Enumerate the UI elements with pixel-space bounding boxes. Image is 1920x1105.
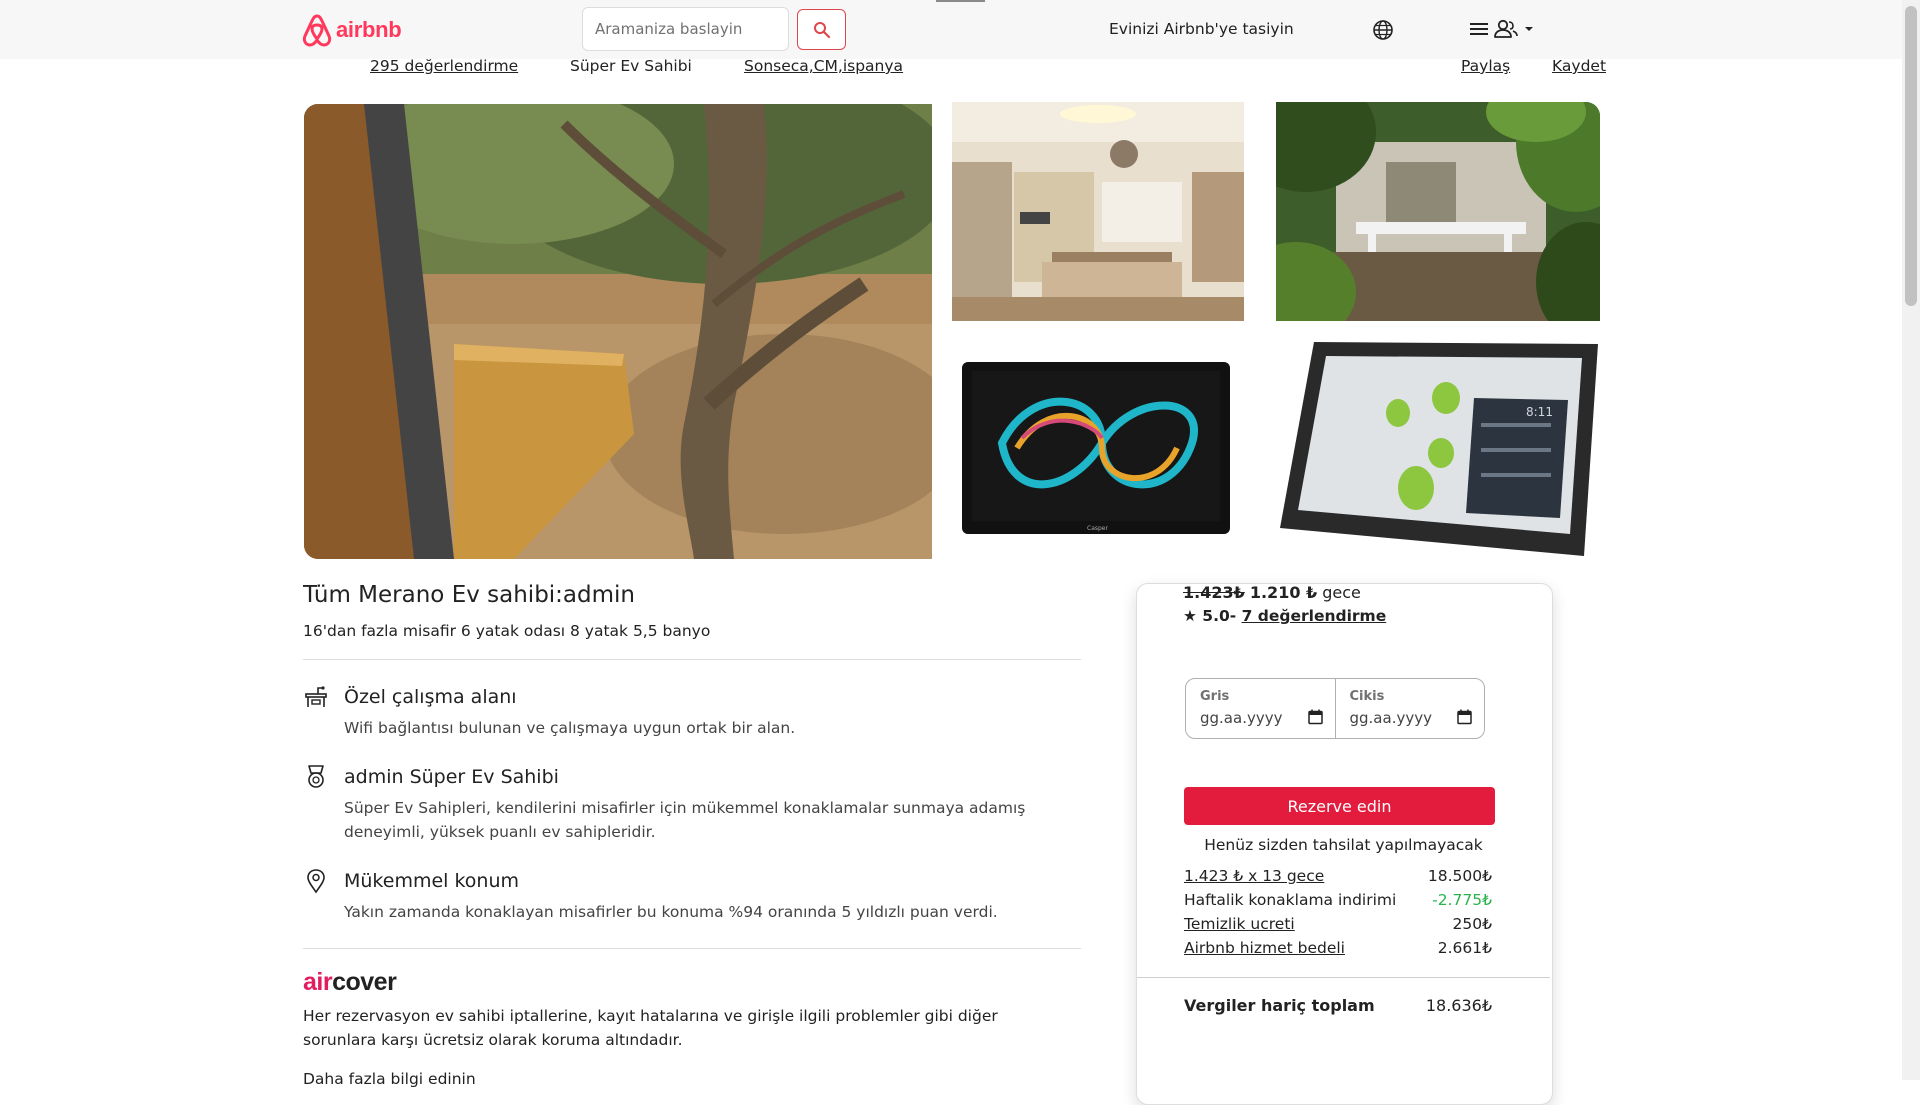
total-value: 18.636₺ — [1425, 996, 1492, 1015]
checkout-value: gg.aa.yyyy — [1349, 709, 1432, 727]
feature-title-workspace: Özel çalışma alanı — [344, 686, 517, 708]
service-fee-value: 2.661₺ — [1437, 939, 1492, 957]
user-icon — [1494, 19, 1518, 38]
feature-desc-location: Yakın zamanda konaklayan misafirler bu k… — [344, 903, 998, 921]
listing-photo-garden[interactable] — [1276, 102, 1600, 321]
checkout-field[interactable]: Cikis gg.aa.yyyy — [1334, 679, 1485, 738]
no-charge-notice: Henüz sizden tahsilat yapılmayacak — [1204, 836, 1483, 854]
service-fee-link[interactable]: Airbnb hizmet bedeli — [1184, 939, 1345, 957]
section-divider — [303, 948, 1081, 949]
cleaning-fee-link[interactable]: Temizlik ucreti — [1184, 915, 1295, 933]
garden-image — [1276, 102, 1600, 321]
top-navbar: airbnb Evinizi Airbnb'ye tasiyin — [0, 0, 1902, 59]
tablet-android-image: 8:11 — [1276, 338, 1600, 563]
listing-title: Tüm Merano Ev sahibi:admin — [303, 582, 635, 608]
search-icon — [813, 21, 830, 38]
listing-summary: 16'dan fazla misafir 6 yatak odası 8 yat… — [303, 622, 711, 640]
checkin-field[interactable]: Gris gg.aa.yyyy — [1186, 679, 1335, 738]
share-link[interactable]: Paylaş — [1461, 57, 1510, 75]
tablet-dark-image: Casper — [952, 353, 1244, 563]
location-link[interactable]: Sonseca,CM,ispanya — [744, 57, 903, 75]
nightly-total-link[interactable]: 1.423 ₺ x 13 gece — [1184, 867, 1324, 885]
language-button[interactable] — [1370, 17, 1396, 43]
aircover-logo: aircover — [303, 968, 397, 997]
price-unit: gece — [1322, 583, 1361, 602]
kitchen-image — [952, 102, 1244, 321]
location-pin-icon — [307, 869, 325, 894]
main-listing-photo[interactable] — [304, 104, 932, 559]
weekly-discount-value: -2.775₺ — [1432, 891, 1492, 909]
aircover-logo-cover: cover — [332, 968, 397, 996]
aircover-description: Her rezervasyon ev sahibi iptallerine, k… — [303, 1007, 998, 1049]
feature-desc-workspace: Wifi bağlantısı bulunan ve çalışmaya uyg… — [344, 719, 796, 737]
checkout-label: Cikis — [1349, 689, 1385, 704]
airbnb-logo-text: airbnb — [336, 17, 402, 42]
airbnb-logo-icon — [302, 14, 332, 47]
page-scrollbar[interactable] — [1902, 0, 1920, 1080]
checkin-value: gg.aa.yyyy — [1200, 709, 1283, 727]
feature-title-location: Mükemmel konum — [344, 870, 520, 892]
cleaning-fee-value: 250₺ — [1452, 915, 1492, 933]
search-input[interactable] — [582, 7, 789, 51]
calendar-icon[interactable] — [1457, 709, 1472, 725]
tablet-brand-text: Casper — [1087, 525, 1108, 532]
rating-row: ★ 5.0- 7 değerlendirme — [1183, 607, 1386, 625]
feature-desc-superhost: Süper Ev Sahipleri, kendilerini misafirl… — [344, 799, 1026, 841]
tab-indicator — [936, 0, 985, 2]
user-menu-button[interactable] — [1470, 16, 1534, 42]
reserve-button[interactable]: Rezerve edin — [1184, 787, 1495, 825]
superhost-label: Süper Ev Sahibi — [570, 57, 692, 75]
caret-down-icon — [1525, 27, 1533, 31]
weekly-discount-label: Haftalik konaklama indirimi — [1184, 891, 1397, 909]
medal-icon — [308, 765, 324, 788]
listing-photo-tablet-android[interactable]: 8:11 — [1276, 338, 1600, 563]
reviews-link[interactable]: 295 değerlendirme — [370, 57, 518, 75]
listing-photo-kitchen[interactable] — [952, 102, 1244, 321]
booking-divider — [1137, 977, 1550, 978]
treehouse-deck-image — [304, 104, 932, 559]
price-row: 1.423₺ 1.210 ₺ gece — [1183, 583, 1361, 602]
aircover-logo-air: air — [303, 968, 333, 996]
hamburger-menu-icon — [1470, 23, 1488, 35]
checkin-label: Gris — [1200, 689, 1230, 704]
feature-title-superhost: admin Süper Ev Sahibi — [344, 766, 559, 788]
tablet-clock-text: 8:11 — [1526, 405, 1553, 419]
section-divider — [303, 659, 1081, 660]
airbnb-logo[interactable]: airbnb — [302, 12, 402, 48]
booking-reviews-link[interactable]: 7 değerlendirme — [1242, 607, 1387, 625]
learn-more-link[interactable]: Daha fazla bilgi edinin — [303, 1070, 476, 1088]
total-label: Vergiler hariç toplam — [1184, 996, 1375, 1015]
save-link[interactable]: Kaydet — [1552, 57, 1606, 75]
discounted-price: 1.210 ₺ — [1249, 583, 1318, 602]
date-picker: Gris gg.aa.yyyy Cikis gg.aa.yyyy — [1185, 678, 1485, 739]
search-button[interactable] — [797, 9, 846, 50]
rating-value: ★ 5.0- — [1183, 607, 1237, 625]
original-price: 1.423₺ — [1183, 583, 1245, 602]
nightly-total-value: 18.500₺ — [1427, 867, 1492, 885]
workspace-icon — [305, 686, 327, 707]
calendar-icon[interactable] — [1307, 709, 1323, 725]
become-host-link[interactable]: Evinizi Airbnb'ye tasiyin — [1109, 20, 1294, 38]
scrollbar-thumb[interactable] — [1905, 6, 1917, 306]
globe-icon — [1373, 20, 1393, 40]
listing-photo-tablet-dark[interactable]: Casper — [952, 353, 1244, 563]
